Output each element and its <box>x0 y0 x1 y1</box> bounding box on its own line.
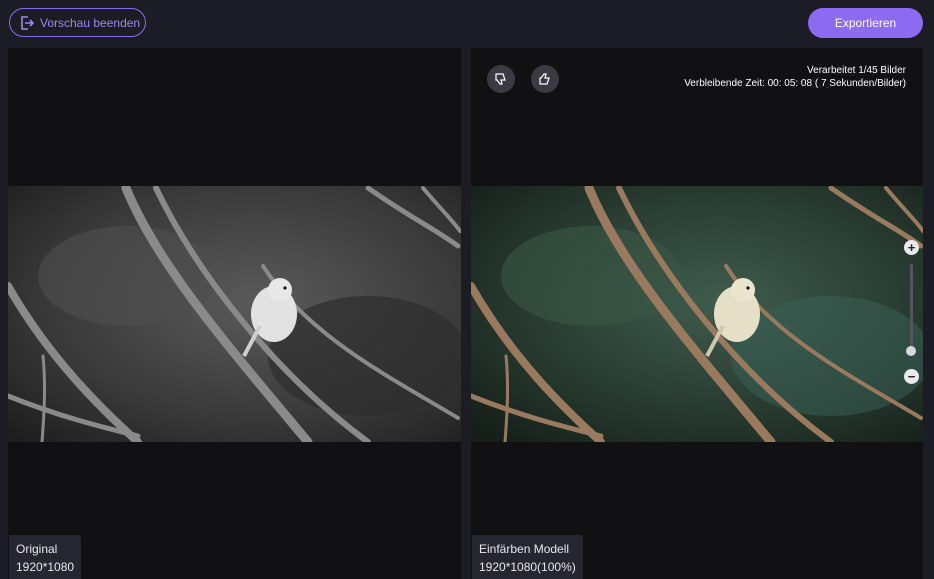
exit-preview-label: Vorschau beenden <box>40 15 141 30</box>
exit-preview-button[interactable]: Vorschau beenden <box>9 8 146 37</box>
like-button[interactable] <box>531 65 559 93</box>
thumbs-up-icon <box>539 73 550 85</box>
processing-status: Verarbeitet 1/45 Bilder Verbleibende Zei… <box>684 64 906 90</box>
original-caption-size: 1920*1080 <box>16 560 75 574</box>
remaining-time: Verbleibende Zeit: 00: 05: 08 ( 7 Sekund… <box>684 78 906 89</box>
preview-window: Vorschau beenden Exportieren Original 19… <box>0 0 934 579</box>
colorized-caption-title: Einfärben Modell <box>479 542 570 556</box>
original-caption: Original 1920*1080 <box>9 535 82 579</box>
zoom-slider-track[interactable] <box>910 264 913 356</box>
zoom-in-button[interactable]: + <box>904 240 919 255</box>
zoom-slider-knob[interactable] <box>906 346 916 356</box>
colorized-caption-size: 1920*1080(100%) <box>479 560 576 574</box>
colorized-caption: Einfärben Modell 1920*1080(100%) <box>472 535 583 579</box>
colorized-image <box>471 186 923 442</box>
export-button[interactable]: Exportieren <box>808 8 923 38</box>
dislike-button[interactable] <box>487 65 515 93</box>
colorized-preview-panel: Verarbeitet 1/45 Bilder Verbleibende Zei… <box>471 48 923 579</box>
original-caption-title: Original <box>16 542 58 556</box>
processed-count: Verarbeitet 1/45 Bilder <box>807 65 906 76</box>
original-preview-panel: Original 1920*1080 <box>8 48 461 579</box>
original-image <box>8 186 461 442</box>
zoom-control: + − <box>903 240 921 386</box>
zoom-out-button[interactable]: − <box>904 369 919 384</box>
thumbs-down-icon <box>495 73 506 85</box>
exit-icon <box>21 15 34 30</box>
